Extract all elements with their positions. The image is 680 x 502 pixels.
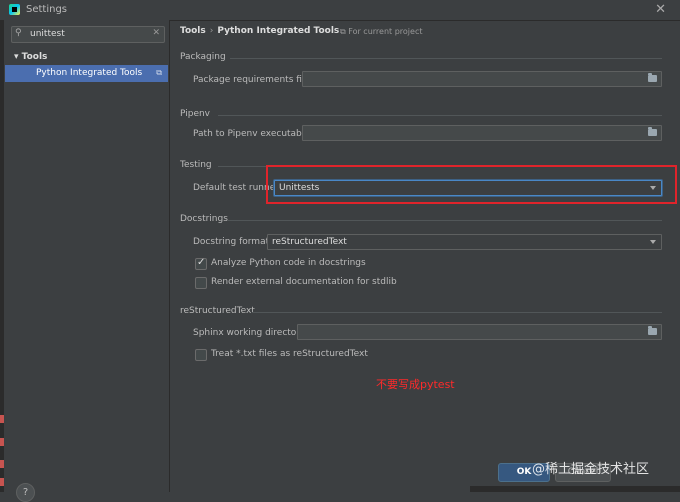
clear-search-icon[interactable]: ✕ [152,28,160,38]
dropdown-arrow-icon [650,240,656,244]
pipenv-path-label: Path to Pipenv executable: [193,129,313,139]
folder-icon[interactable] [648,326,657,335]
section-docstrings-title: Docstrings [180,214,228,224]
sphinx-working-dir-field[interactable] [297,324,662,340]
section-divider [252,312,662,313]
default-test-runner-dropdown[interactable]: Unittests [274,180,662,196]
default-test-runner-label: Default test runner: [193,183,282,193]
docstring-format-label: Docstring format: [193,237,273,247]
settings-search-input[interactable] [30,28,148,40]
section-restructuredtext-title: reStructuredText [180,306,255,316]
tree-item-label: Python Integrated Tools [36,68,143,78]
section-divider [228,220,662,221]
title-bar: Settings ✕ [0,0,680,21]
annotation-text: 不要写成pytest [376,378,455,391]
settings-search-box[interactable]: ⚲ ✕ [11,26,165,43]
analyze-docstrings-label: Analyze Python code in docstrings [211,258,366,268]
window-title: Settings [26,4,68,15]
project-scope-icon: ⧉ [156,68,162,77]
docstring-format-dropdown[interactable]: reStructuredText [267,234,662,250]
docstring-format-value: reStructuredText [272,237,347,247]
section-divider [218,115,662,116]
search-icon: ⚲ [15,28,22,38]
cancel-button[interactable]: Cancel [555,463,611,482]
render-stdlib-docs-checkbox[interactable] [195,277,207,289]
folder-icon[interactable] [648,73,657,82]
tree-group-tools[interactable]: ▾ Tools [14,52,47,62]
folder-icon[interactable] [648,127,657,136]
section-pipenv-title: Pipenv [180,109,211,119]
section-packaging-title: Packaging [180,52,226,62]
dropdown-arrow-icon [650,186,656,190]
tree-item-python-integrated-tools[interactable]: Python Integrated Tools ⧉ [5,65,168,82]
breadcrumb-current: Python Integrated Tools [217,26,340,36]
section-divider [218,166,662,167]
sphinx-working-dir-label: Sphinx working directory: [193,328,308,338]
pipenv-path-field[interactable] [302,125,662,141]
default-test-runner-value: Unittests [279,183,320,193]
section-divider [230,58,662,59]
settings-sidebar: ⚲ ✕ ▾ Tools Python Integrated Tools ⧉ ? [4,20,170,502]
tree-group-label: Tools [21,52,48,62]
ok-button[interactable]: OK [498,463,550,482]
section-testing-title: Testing [180,160,212,170]
breadcrumb-separator: › [209,26,214,36]
scope-text: For current project [348,27,423,36]
breadcrumb: Tools › Python Integrated Tools [180,26,339,36]
settings-content: Tools › Python Integrated Tools ⧉ For curr… [170,20,680,492]
close-icon[interactable]: ✕ [655,2,666,17]
treat-txt-checkbox[interactable] [195,349,207,361]
render-stdlib-docs-label: Render external documentation for stdlib [211,277,397,287]
background-status-strip [470,486,680,492]
analyze-docstrings-checkbox[interactable] [195,257,207,270]
help-button[interactable]: ? [16,483,35,502]
treat-txt-label: Treat *.txt files as reStructuredText [211,349,368,359]
package-requirements-field[interactable] [302,71,662,87]
breadcrumb-root[interactable]: Tools [180,26,206,36]
expand-chevron-icon: ▾ [14,52,22,62]
scope-label: ⧉ For current project [340,27,422,37]
pycharm-app-icon [9,4,20,15]
package-requirements-label: Package requirements file: [193,75,313,85]
